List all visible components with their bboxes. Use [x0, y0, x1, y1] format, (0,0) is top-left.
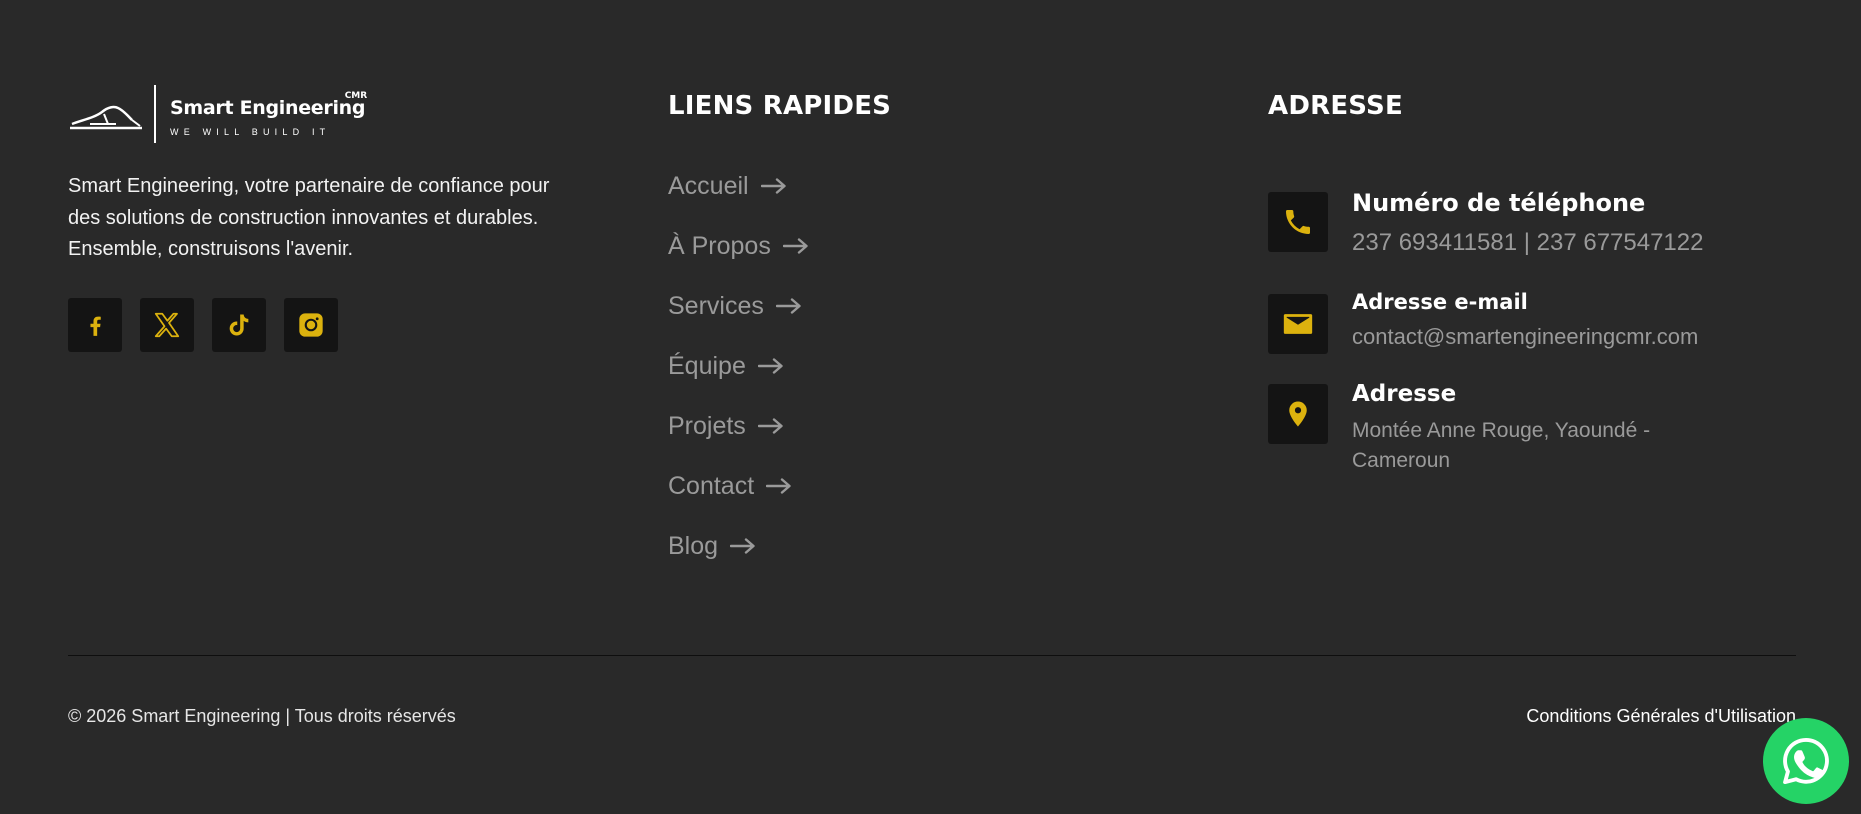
phone-icon	[1286, 210, 1310, 234]
link-label: Accueil	[668, 171, 749, 200]
phone-value[interactable]: 237 693411581 | 237 677547122	[1352, 228, 1703, 258]
whatsapp-icon	[1783, 737, 1829, 785]
facebook-link[interactable]	[68, 297, 122, 352]
email-value[interactable]: contact@smartengineeringcmr.com	[1352, 323, 1698, 351]
logo-text: CMR Smart Engineering WE WILL BUILD IT	[170, 91, 368, 137]
arrow-right-icon	[766, 478, 791, 494]
quick-links-title: LIENS RAPIDES	[668, 91, 892, 121]
instagram-icon	[299, 312, 323, 337]
link-accueil[interactable]: Accueil	[668, 156, 891, 216]
link-projets[interactable]: Projets	[668, 396, 891, 456]
site-footer: CMR Smart Engineering WE WILL BUILD IT S…	[0, 0, 1861, 814]
location-body: Adresse Montée Anne Rouge, Yaoundé - Cam…	[1352, 381, 1732, 476]
location-contact: Adresse Montée Anne Rouge, Yaoundé - Cam…	[1268, 381, 1828, 476]
quick-links-list: Accueil À Propos Services Équipe Projets…	[668, 156, 891, 576]
phone-icon-box	[1268, 192, 1328, 252]
logo-badge: CMR	[344, 91, 368, 101]
instagram-link[interactable]	[284, 297, 338, 352]
link-label: Projets	[668, 411, 746, 440]
logo-mark-icon	[70, 105, 142, 130]
footer-divider	[68, 655, 1796, 656]
arrow-right-icon	[782, 238, 808, 254]
brand-column: CMR Smart Engineering WE WILL BUILD IT S…	[68, 85, 568, 352]
logo-divider	[154, 85, 156, 143]
address-title: ADRESSE	[1268, 91, 1403, 121]
link-label: Services	[668, 291, 764, 320]
logo-tagline: WE WILL BUILD IT	[170, 127, 331, 137]
social-links	[68, 297, 568, 352]
link-equipe[interactable]: Équipe	[668, 336, 891, 396]
tiktok-icon	[229, 314, 249, 335]
phone-contact: Numéro de téléphone 237 693411581 | 237 …	[1268, 189, 1828, 258]
brand-description: Smart Engineering, votre partenaire de c…	[68, 175, 550, 260]
x-link[interactable]	[140, 297, 194, 352]
tiktok-link[interactable]	[212, 297, 266, 352]
arrow-right-icon	[757, 358, 783, 374]
facebook-icon	[90, 316, 101, 336]
quick-links-column: LIENS RAPIDES Accueil À Propos Services …	[668, 88, 891, 576]
link-contact[interactable]: Contact	[668, 456, 891, 516]
mail-icon-box	[1268, 294, 1328, 354]
location-icon-box	[1268, 384, 1328, 444]
arrow-right-icon	[760, 178, 786, 194]
location-label: Adresse	[1352, 381, 1457, 407]
email-body: Adresse e-mail contact@smartengineeringc…	[1352, 290, 1698, 351]
link-label: Équipe	[668, 351, 746, 380]
arrow-right-icon	[775, 298, 801, 314]
email-label: Adresse e-mail	[1352, 290, 1528, 314]
logo-name: Smart Engineering	[170, 97, 366, 119]
link-label: À Propos	[668, 231, 771, 260]
link-blog[interactable]: Blog	[668, 516, 891, 576]
logo[interactable]: CMR Smart Engineering WE WILL BUILD IT	[68, 85, 568, 143]
address-column: ADRESSE Numéro de téléphone 237 69341158…	[1268, 88, 1828, 476]
email-contact: Adresse e-mail contact@smartengineeringc…	[1268, 290, 1828, 354]
mail-icon	[1283, 314, 1313, 334]
link-label: Contact	[668, 471, 755, 500]
location-value: Montée Anne Rouge, Yaoundé - Cameroun	[1352, 419, 1651, 472]
location-pin-icon	[1289, 401, 1307, 427]
phone-body: Numéro de téléphone 237 693411581 | 237 …	[1352, 189, 1703, 258]
copyright-text: © 2026 Smart Engineering | Tous droits r…	[68, 706, 456, 726]
phone-label: Numéro de téléphone	[1352, 189, 1646, 217]
link-services[interactable]: Services	[668, 276, 891, 336]
link-a-propos[interactable]: À Propos	[668, 216, 891, 276]
terms-link[interactable]: Conditions Générales d'Utilisation	[1526, 706, 1796, 727]
whatsapp-button[interactable]	[1763, 718, 1849, 804]
arrow-right-icon	[730, 538, 755, 554]
link-label: Blog	[668, 531, 719, 560]
x-icon	[154, 312, 180, 337]
arrow-right-icon	[757, 418, 783, 434]
